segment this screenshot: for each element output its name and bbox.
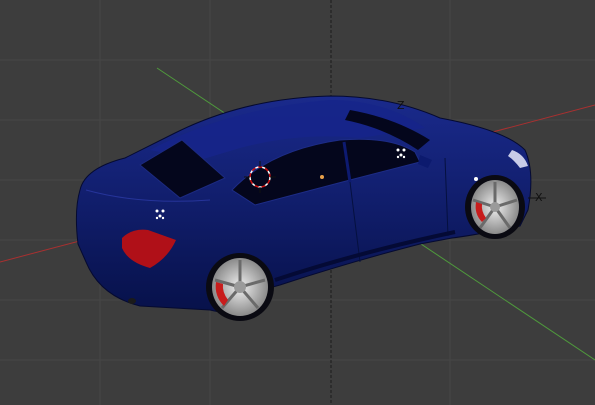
3d-viewport[interactable]: Z X [0, 0, 595, 405]
z-axis-label: Z [397, 99, 405, 112]
x-axis-label: X [535, 191, 543, 204]
front-wheel [465, 175, 525, 239]
rear-wheel [206, 253, 274, 321]
car-model[interactable] [75, 95, 532, 321]
exhaust-pipe [128, 298, 136, 304]
viewport-scene[interactable] [0, 0, 595, 405]
